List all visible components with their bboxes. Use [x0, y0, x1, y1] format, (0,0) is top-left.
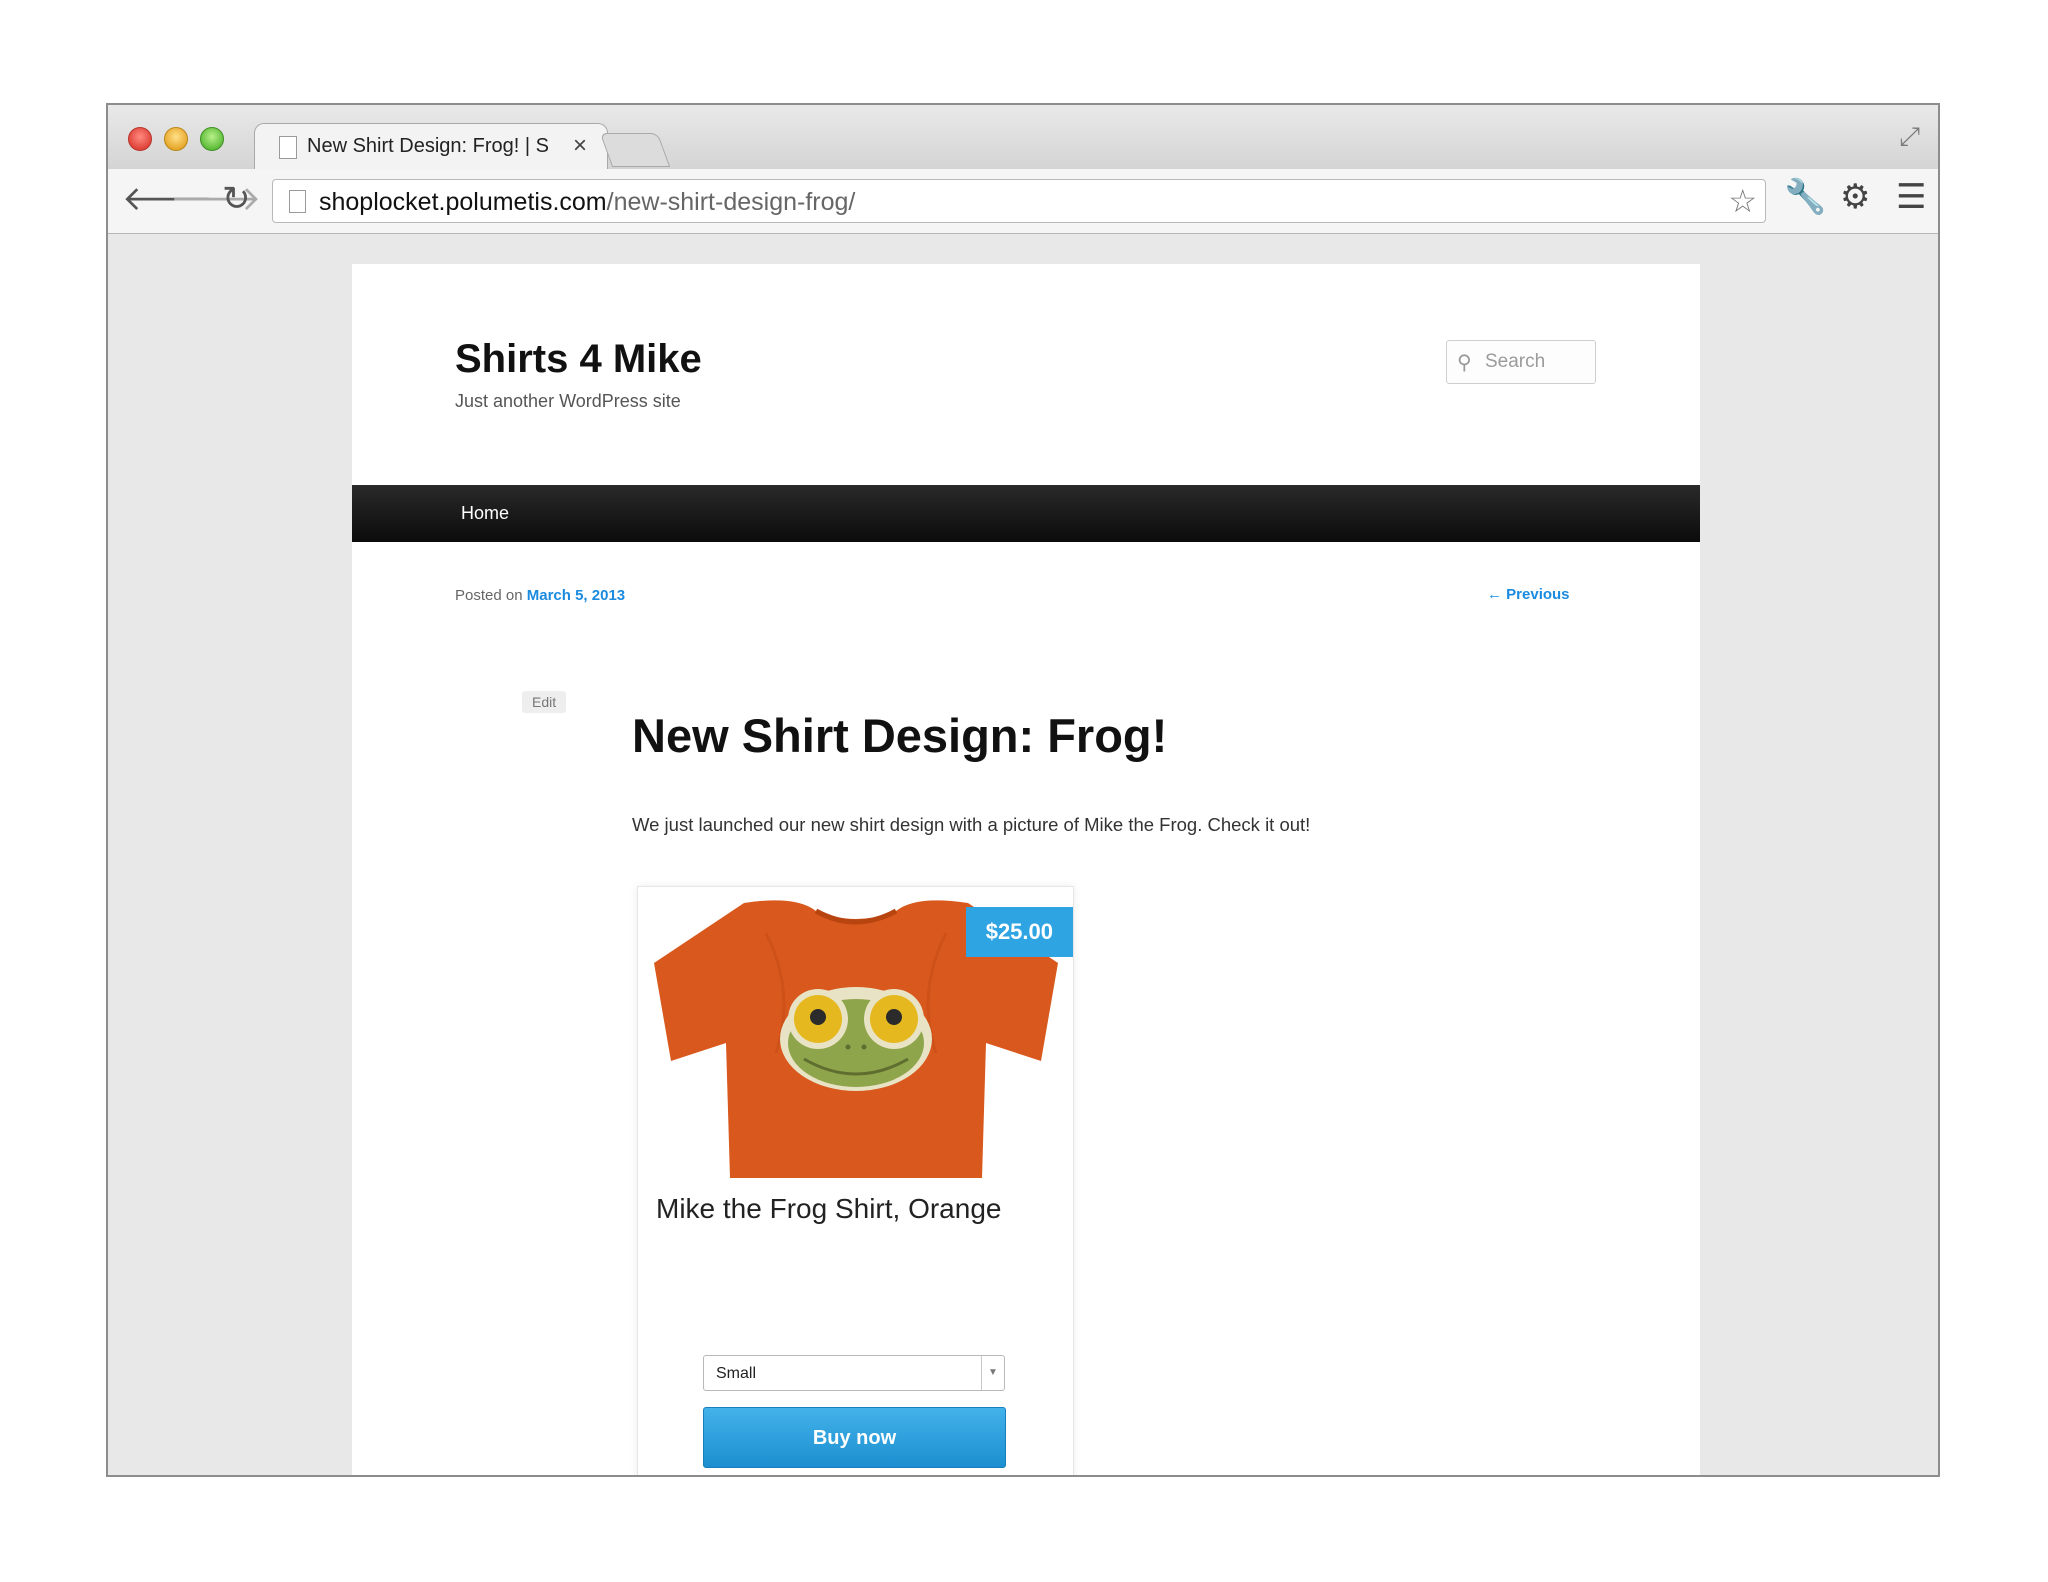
- post-meta: Posted on March 5, 2013: [455, 587, 625, 604]
- product-name: Mike the Frog Shirt, Orange: [656, 1193, 1002, 1224]
- site-title[interactable]: Shirts 4 Mike: [455, 337, 702, 382]
- buy-now-button[interactable]: Buy now: [703, 1407, 1006, 1468]
- size-selected-value: Small: [716, 1365, 757, 1382]
- document-icon: [279, 136, 297, 159]
- main-menu: Home: [352, 485, 1700, 542]
- browser-titlebar: New Shirt Design: Frog! | S × ⤢: [108, 105, 1938, 172]
- fullscreen-icon[interactable]: ⤢: [1899, 121, 1920, 153]
- post-date-link[interactable]: March 5, 2013: [527, 587, 625, 604]
- site-page: Shirts 4 Mike Just another WordPress sit…: [352, 264, 1700, 1475]
- gear-icon[interactable]: ⚙: [1840, 177, 1870, 217]
- price-badge: $25.00: [965, 907, 1073, 957]
- post-title: New Shirt Design: Frog!: [632, 709, 1168, 762]
- menu-icon[interactable]: ☰: [1896, 177, 1926, 217]
- search-icon: ⚲: [1457, 352, 1472, 374]
- reload-icon[interactable]: ↻: [222, 179, 251, 219]
- browser-window: New Shirt Design: Frog! | S × ⤢ 🡐 🡒 ↻ sh…: [106, 103, 1940, 1477]
- site-tagline: Just another WordPress site: [455, 391, 681, 411]
- search-input[interactable]: [1483, 347, 1592, 377]
- new-tab-button[interactable]: [599, 133, 671, 167]
- tab-close-icon[interactable]: ×: [573, 132, 587, 160]
- posted-on-label: Posted on: [455, 587, 523, 604]
- close-window-button[interactable]: [128, 127, 152, 151]
- wrench-icon[interactable]: 🔧: [1784, 177, 1826, 217]
- address-bar[interactable]: shoplocket.polumetis.com/new-shirt-desig…: [272, 179, 1766, 223]
- url-text[interactable]: shoplocket.polumetis.com/new-shirt-desig…: [319, 188, 855, 217]
- zoom-window-button[interactable]: [200, 127, 224, 151]
- nav-home-link[interactable]: Home: [461, 503, 509, 524]
- product-widget: $25.00 Mike the Frog Shirt, Orange Small…: [637, 886, 1074, 1475]
- bookmark-star-icon[interactable]: ☆: [1728, 182, 1757, 220]
- edit-post-button[interactable]: Edit: [522, 691, 567, 713]
- size-select[interactable]: Small ▼: [703, 1355, 1005, 1391]
- browser-tab-active[interactable]: New Shirt Design: Frog! | S ×: [254, 123, 608, 172]
- page-viewport: Shirts 4 Mike Just another WordPress sit…: [108, 234, 1938, 1475]
- post-body: We just launched our new shirt design wi…: [632, 814, 1311, 835]
- chevron-down-icon: ▼: [981, 1356, 1004, 1390]
- minimize-window-button[interactable]: [164, 127, 188, 151]
- previous-post-link[interactable]: ← Previous: [1487, 586, 1570, 603]
- page-icon: [289, 190, 306, 213]
- browser-toolbar: 🡐 🡒 ↻ shoplocket.polumetis.com/new-shirt…: [108, 169, 1938, 234]
- tab-title: New Shirt Design: Frog! | S: [307, 135, 549, 157]
- search-box[interactable]: ⚲: [1446, 340, 1596, 384]
